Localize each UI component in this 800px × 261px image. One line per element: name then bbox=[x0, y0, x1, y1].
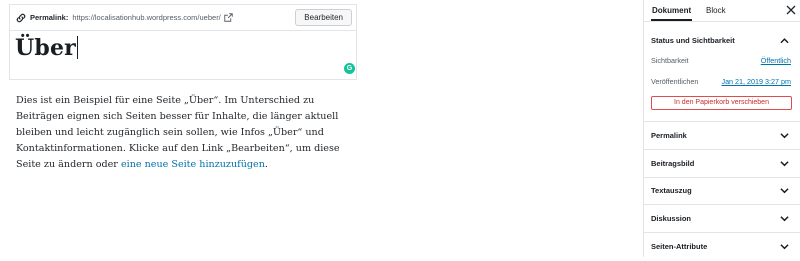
chevron-down-icon bbox=[780, 133, 789, 139]
publish-label: Veröffentlichen bbox=[651, 77, 699, 86]
page-title-text: Über bbox=[15, 35, 76, 61]
chevron-down-icon bbox=[780, 188, 789, 194]
panel-permalink[interactable]: Permalink bbox=[644, 122, 800, 150]
close-icon[interactable] bbox=[785, 4, 797, 16]
panel-discussion[interactable]: Diskussion bbox=[644, 205, 800, 233]
text-caret bbox=[76, 36, 78, 59]
tab-document[interactable]: Dokument bbox=[651, 0, 693, 21]
new-page-link[interactable]: eine neue Seite hinzuzufügen bbox=[121, 159, 265, 170]
chevron-down-icon bbox=[780, 161, 789, 167]
panel-status-title: Status und Sichtbarkeit bbox=[651, 36, 735, 45]
permalink-url[interactable]: https://localisationhub.wordpress.com/ue… bbox=[72, 13, 220, 22]
panel-featured-image-title: Beitragsbild bbox=[651, 159, 695, 168]
chevron-down-icon bbox=[780, 244, 789, 250]
panel-permalink-title: Permalink bbox=[651, 131, 687, 140]
panel-excerpt-title: Textauszug bbox=[651, 186, 692, 195]
visibility-row: Sichtbarkeit Öffentlich bbox=[651, 56, 791, 65]
editor-area: Permalink: https://localisationhub.wordp… bbox=[0, 0, 640, 257]
panel-excerpt[interactable]: Textauszug bbox=[644, 177, 800, 205]
external-link-icon[interactable] bbox=[224, 13, 233, 22]
chevron-down-icon bbox=[780, 216, 789, 222]
panel-discussion-title: Diskussion bbox=[651, 214, 692, 223]
permalink-bar: Permalink: https://localisationhub.wordp… bbox=[10, 5, 356, 31]
publish-row: Veröffentlichen Jan 21, 2019 3:27 pm bbox=[651, 77, 791, 86]
link-icon bbox=[16, 13, 26, 22]
visibility-label: Sichtbarkeit bbox=[651, 56, 689, 65]
publish-date-link[interactable]: Jan 21, 2019 3:27 pm bbox=[721, 77, 791, 86]
settings-sidebar: Dokument Block Status und Sichtbarkeit S… bbox=[643, 0, 800, 257]
grammarly-icon[interactable]: G bbox=[344, 63, 355, 74]
visibility-value-link[interactable]: Öffentlich bbox=[761, 56, 791, 65]
permalink-label: Permalink: bbox=[30, 13, 69, 22]
sidebar-tabs: Dokument Block bbox=[644, 0, 800, 22]
title-block: Permalink: https://localisationhub.wordp… bbox=[9, 4, 357, 80]
move-to-trash-button[interactable]: In den Papierkorb verschieben bbox=[651, 96, 792, 110]
content-paragraph[interactable]: Dies ist ein Beispiel für eine Seite „Üb… bbox=[16, 93, 361, 173]
tab-block[interactable]: Block bbox=[706, 0, 726, 21]
edit-permalink-button[interactable]: Bearbeiten bbox=[295, 9, 352, 26]
content-end: . bbox=[264, 159, 268, 170]
panel-status-visibility[interactable]: Status und Sichtbarkeit bbox=[644, 27, 800, 54]
panel-featured-image[interactable]: Beitragsbild bbox=[644, 150, 800, 178]
chevron-up-icon bbox=[780, 38, 789, 44]
page-title[interactable]: Über bbox=[15, 35, 78, 61]
